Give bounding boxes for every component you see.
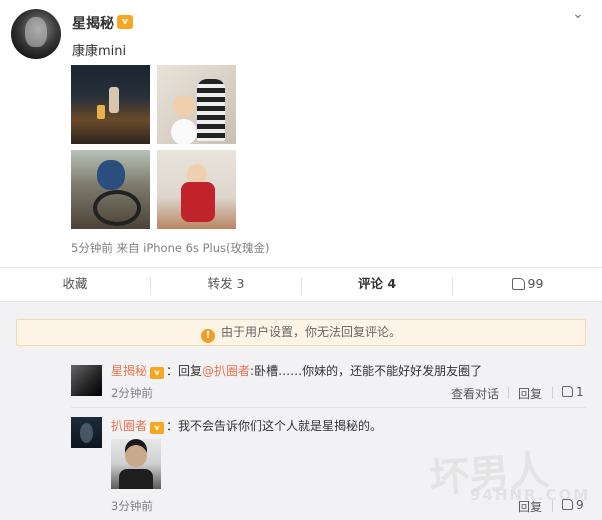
comment-image[interactable]: [111, 439, 161, 489]
comment-tab[interactable]: 评论 4: [302, 268, 452, 302]
vip-badge-icon: v: [117, 15, 133, 29]
op-divider: [552, 500, 553, 512]
comment-like-button[interactable]: 9: [562, 498, 584, 512]
comment-avatar[interactable]: [71, 417, 102, 448]
comment-label: 评论 4: [357, 276, 397, 291]
notice-text: 由于用户设置，你无法回复评论。: [220, 325, 401, 339]
post-photo-boy-on-bike[interactable]: [71, 150, 150, 229]
thumbs-up-icon: [562, 499, 573, 510]
chevron-down-icon[interactable]: ⌄: [570, 6, 586, 22]
view-dialog-link[interactable]: 查看对话: [451, 385, 499, 402]
post-author-name[interactable]: 星揭秘: [72, 13, 114, 33]
comment-section: ! 由于用户设置，你无法回复评论。 星揭秘 v ：回复@扒圈者:卧槽……你妹的，还能不…: [0, 302, 602, 520]
comment-author[interactable]: 星揭秘: [111, 364, 147, 378]
thumbs-up-icon: [562, 386, 573, 397]
comment-body: ：我不会告诉你们这个人就是星揭秘的。: [166, 419, 383, 433]
op-divider: [552, 387, 553, 399]
like-count: 99: [527, 276, 544, 291]
comment-time: 2分钟前: [111, 386, 153, 400]
comment-body: :卧槽……你妹的，还能不能好好发朋友圈了: [250, 364, 483, 378]
post-text: 康康mini: [72, 44, 127, 59]
comment-time: 3分钟前: [111, 499, 153, 513]
repost-label: 转发 3: [207, 276, 245, 291]
repost-button[interactable]: 转发 3: [151, 268, 301, 302]
comment-text: 星揭秘 v ：回复@扒圈者:卧槽……你妹的，还能不能好好发朋友圈了: [111, 362, 482, 379]
comment-avatar[interactable]: [71, 365, 102, 396]
reply-prefix: ：回复: [166, 364, 203, 378]
thumbs-up-icon: [511, 278, 525, 290]
post-action-bar: 收藏 转发 3 评论 4 99: [0, 268, 602, 302]
vip-badge-icon: v: [150, 367, 165, 379]
comment-like-count: 9: [576, 498, 584, 512]
comment-like-count: 1: [576, 385, 584, 399]
op-divider: [508, 387, 509, 399]
reply-link[interactable]: 回复: [518, 498, 542, 515]
favorite-button[interactable]: 收藏: [0, 268, 150, 302]
post-photo-night-beach[interactable]: [71, 65, 150, 144]
vip-badge-icon: v: [150, 422, 165, 434]
comment-divider: [71, 407, 586, 408]
post-timestamp-source: 5分钟前 来自 iPhone 6s Plus(玫瑰金): [71, 241, 270, 255]
post-photo-boy-and-girl[interactable]: [157, 65, 236, 144]
weibo-post-card: 星揭秘 v ⌄ 康康mini 5分钟前 来自 iPhone 6s Plus(玫瑰…: [0, 0, 602, 268]
mention-link[interactable]: @扒圈者: [202, 364, 250, 378]
like-button[interactable]: 99: [453, 268, 602, 302]
comment-text: 扒圈者 v ：我不会告诉你们这个人就是星揭秘的。: [111, 417, 382, 434]
warning-icon: !: [200, 329, 215, 343]
reply-link[interactable]: 回复: [518, 385, 542, 402]
favorite-label: 收藏: [62, 276, 88, 291]
comment-author[interactable]: 扒圈者: [111, 419, 147, 433]
comment-like-button[interactable]: 1: [562, 385, 584, 399]
post-photo-boy-red-jacket[interactable]: [157, 150, 236, 229]
reply-disabled-notice: ! 由于用户设置，你无法回复评论。: [16, 319, 586, 346]
author-avatar[interactable]: [11, 9, 61, 59]
